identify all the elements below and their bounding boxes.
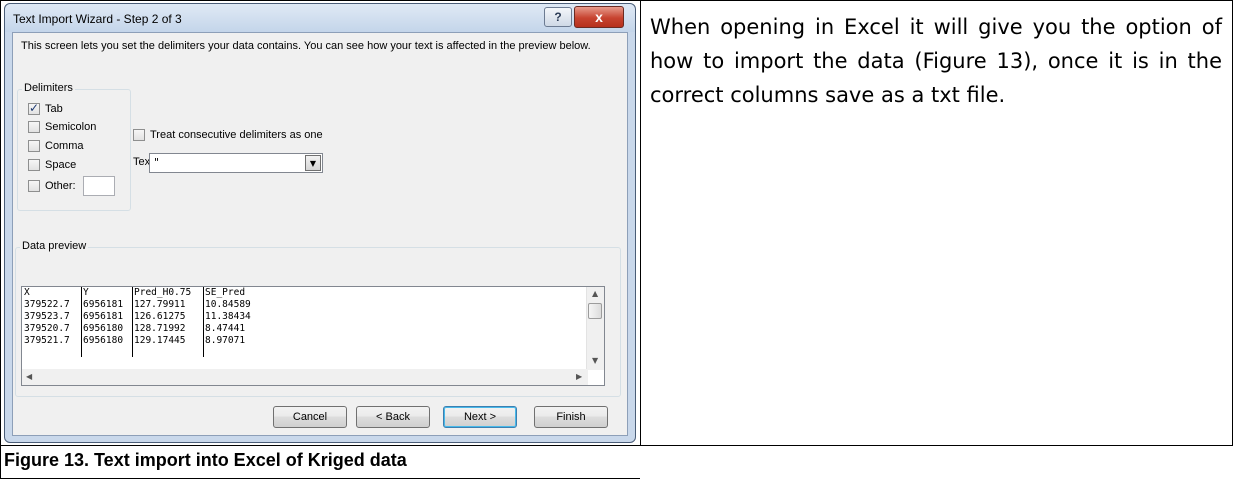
other-delimiter-input[interactable] bbox=[82, 176, 115, 196]
back-button[interactable]: < Back bbox=[356, 406, 430, 428]
preview-column-x[interactable]: X 379522.7 379523.7 379520.7 379521.7 bbox=[24, 287, 70, 347]
preview-cell: Y bbox=[83, 287, 89, 298]
other-checkbox-row[interactable]: Other: bbox=[28, 176, 115, 196]
table-border-right bbox=[1232, 0, 1233, 446]
preview-cell: 379522.7 bbox=[24, 299, 70, 310]
treat-consecutive-row[interactable]: Treat consecutive delimiters as one bbox=[133, 127, 323, 143]
help-button[interactable]: ? bbox=[544, 7, 572, 27]
preview-cell: 6956181 bbox=[83, 311, 124, 322]
space-checkbox[interactable] bbox=[28, 159, 40, 171]
preview-cell: Pred_H0.75 bbox=[134, 287, 192, 298]
preview-cell: SE_Pred bbox=[205, 287, 246, 298]
scroll-down-icon[interactable]: ▼ bbox=[592, 356, 598, 365]
semicolon-checkbox[interactable] bbox=[28, 121, 40, 133]
comma-label: Comma bbox=[45, 140, 84, 152]
data-preview-label: Data preview bbox=[20, 240, 89, 252]
title-bar[interactable]: Text Import Wizard - Step 2 of 3 ? x bbox=[5, 4, 635, 32]
horizontal-scrollbar[interactable]: ◀ ▶ bbox=[22, 369, 588, 385]
preview-cell: 11.38434 bbox=[205, 311, 251, 322]
table-cell-divider bbox=[640, 0, 641, 446]
treat-consecutive-checkbox[interactable] bbox=[133, 129, 145, 141]
preview-cell: 8.97071 bbox=[205, 335, 246, 346]
treat-consecutive-label: Treat consecutive delimiters as one bbox=[150, 129, 323, 141]
preview-cell: 379521.7 bbox=[24, 335, 70, 346]
tab-checkbox-row[interactable]: Tab bbox=[28, 101, 63, 117]
next-button[interactable]: Next > bbox=[443, 406, 517, 428]
data-preview-pane[interactable]: X 379522.7 379523.7 379520.7 379521.7 Y … bbox=[21, 286, 605, 386]
preview-column-y[interactable]: Y 6956181 6956181 6956180 6956180 bbox=[83, 287, 123, 347]
preview-cell: 126.61275 bbox=[134, 311, 186, 322]
close-button[interactable]: x bbox=[574, 6, 624, 28]
text-qualifier-select[interactable]: " ▼ bbox=[149, 153, 323, 173]
finish-button[interactable]: Finish bbox=[534, 406, 608, 428]
preview-cell: 128.71992 bbox=[134, 323, 186, 334]
preview-cell: 379523.7 bbox=[24, 311, 70, 322]
other-checkbox[interactable] bbox=[28, 180, 40, 192]
preview-cell: 6956180 bbox=[83, 323, 124, 334]
dropdown-arrow-icon[interactable]: ▼ bbox=[305, 155, 321, 171]
vertical-scrollbar[interactable]: ▲ ▼ bbox=[586, 287, 604, 370]
delimiters-group-label: Delimiters bbox=[22, 82, 75, 94]
preview-column-se[interactable]: SE_Pred 10.84589 11.38434 8.47441 8.9707… bbox=[205, 287, 251, 347]
space-label: Space bbox=[45, 159, 77, 171]
semicolon-label: Semicolon bbox=[45, 121, 97, 133]
table-border-top bbox=[0, 0, 1233, 1]
preview-cell: 8.47441 bbox=[205, 323, 246, 334]
preview-cell: 379520.7 bbox=[24, 323, 70, 334]
column-separator bbox=[203, 287, 204, 357]
preview-cell: 6956180 bbox=[83, 335, 124, 346]
tab-checkbox[interactable] bbox=[28, 101, 40, 115]
dialog-title: Text Import Wizard - Step 2 of 3 bbox=[13, 12, 182, 26]
tab-label: Tab bbox=[45, 103, 63, 115]
preview-cell: 6956181 bbox=[83, 299, 124, 310]
preview-cell: 127.79911 bbox=[134, 299, 186, 310]
cancel-button[interactable]: Cancel bbox=[273, 406, 347, 428]
space-checkbox-row[interactable]: Space bbox=[28, 157, 76, 173]
text-import-wizard-dialog: Text Import Wizard - Step 2 of 3 ? x Thi… bbox=[4, 3, 636, 443]
delimiters-group: Delimiters Tab Semicolon Comma Space Oth… bbox=[17, 82, 131, 211]
table-row-divider bbox=[0, 445, 1233, 446]
other-label: Other: bbox=[45, 180, 76, 192]
comma-checkbox-row[interactable]: Comma bbox=[28, 138, 84, 154]
table-border-bottom bbox=[0, 478, 640, 479]
text-qualifier-value: " bbox=[154, 156, 160, 169]
figure-caption: Figure 13. Text import into Excel of Kri… bbox=[4, 450, 407, 470]
body-paragraph: When opening in Excel it will give you t… bbox=[650, 15, 1222, 107]
semicolon-checkbox-row[interactable]: Semicolon bbox=[28, 119, 96, 135]
scroll-thumb[interactable] bbox=[588, 303, 602, 319]
preview-column-pred[interactable]: Pred_H0.75 127.79911 126.61275 128.71992… bbox=[134, 287, 191, 347]
comma-checkbox[interactable] bbox=[28, 140, 40, 152]
preview-cell: 129.17445 bbox=[134, 335, 186, 346]
preview-cell: 10.84589 bbox=[205, 299, 251, 310]
scroll-left-icon[interactable]: ◀ bbox=[26, 372, 32, 381]
preview-cell: X bbox=[24, 287, 30, 298]
dialog-body: This screen lets you set the delimiters … bbox=[12, 32, 628, 436]
table-border-left bbox=[0, 0, 1, 479]
scroll-right-icon[interactable]: ▶ bbox=[576, 372, 582, 381]
intro-text: This screen lets you set the delimiters … bbox=[21, 40, 591, 52]
column-separator bbox=[132, 287, 133, 357]
column-separator bbox=[81, 287, 82, 357]
scroll-up-icon[interactable]: ▲ bbox=[592, 289, 598, 298]
